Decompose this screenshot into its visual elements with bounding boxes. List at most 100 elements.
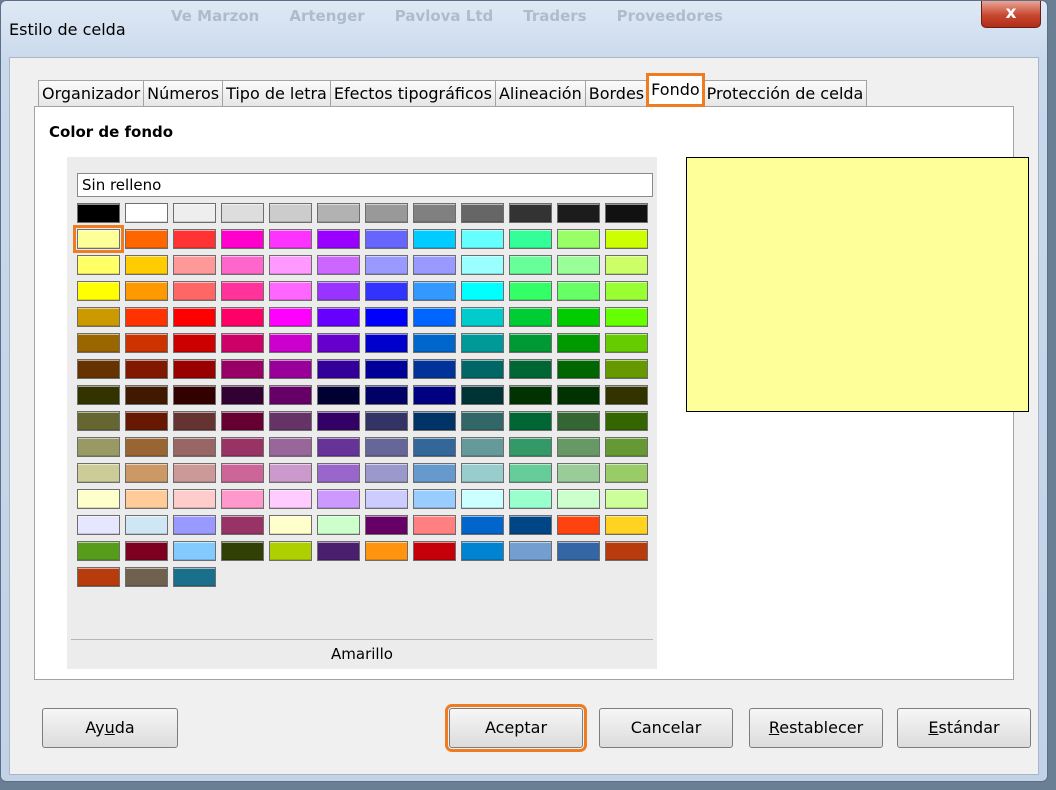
color-swatch[interactable] <box>365 255 408 275</box>
color-swatch[interactable] <box>317 437 360 457</box>
color-swatch[interactable] <box>173 411 216 431</box>
tab-protección-de-celda[interactable]: Protección de celda <box>702 80 868 106</box>
color-swatch[interactable] <box>317 359 360 379</box>
color-swatch[interactable] <box>605 281 648 301</box>
color-swatch[interactable] <box>173 541 216 561</box>
color-swatch[interactable] <box>461 541 504 561</box>
color-swatch[interactable] <box>173 489 216 509</box>
color-swatch[interactable] <box>77 203 120 223</box>
tab-bordes[interactable]: Bordes <box>584 80 649 106</box>
color-swatch[interactable] <box>557 203 600 223</box>
color-swatch[interactable] <box>509 515 552 535</box>
color-swatch[interactable] <box>557 541 600 561</box>
color-swatch[interactable] <box>269 489 312 509</box>
color-swatch[interactable] <box>221 541 264 561</box>
color-swatch[interactable] <box>461 463 504 483</box>
color-swatch[interactable] <box>365 515 408 535</box>
color-swatch[interactable] <box>365 489 408 509</box>
color-swatch[interactable] <box>413 281 456 301</box>
color-swatch[interactable] <box>365 541 408 561</box>
color-swatch[interactable] <box>365 359 408 379</box>
color-swatch[interactable] <box>509 281 552 301</box>
color-swatch[interactable] <box>605 203 648 223</box>
color-swatch[interactable] <box>269 281 312 301</box>
color-swatch[interactable] <box>317 411 360 431</box>
color-swatch[interactable] <box>173 437 216 457</box>
standard-button[interactable]: Estándar <box>897 708 1031 748</box>
color-swatch[interactable] <box>77 281 120 301</box>
cancel-button[interactable]: Cancelar <box>599 708 733 748</box>
color-swatch[interactable] <box>557 359 600 379</box>
color-swatch[interactable] <box>125 567 168 587</box>
color-swatch[interactable] <box>125 281 168 301</box>
color-swatch[interactable] <box>557 307 600 327</box>
color-swatch[interactable] <box>509 229 552 249</box>
color-swatch[interactable] <box>125 463 168 483</box>
color-swatch[interactable] <box>605 229 648 249</box>
color-swatch[interactable] <box>173 307 216 327</box>
color-swatch[interactable] <box>221 203 264 223</box>
color-swatch[interactable] <box>317 385 360 405</box>
color-swatch[interactable] <box>557 229 600 249</box>
color-swatch[interactable] <box>461 307 504 327</box>
color-swatch[interactable] <box>125 359 168 379</box>
color-swatch[interactable] <box>317 255 360 275</box>
no-fill-option[interactable]: Sin relleno <box>77 173 653 197</box>
color-swatch[interactable] <box>413 437 456 457</box>
color-swatch[interactable] <box>557 255 600 275</box>
color-swatch[interactable] <box>413 359 456 379</box>
color-swatch[interactable] <box>269 255 312 275</box>
color-swatch[interactable] <box>461 203 504 223</box>
color-swatch[interactable] <box>125 515 168 535</box>
color-swatch[interactable] <box>269 333 312 353</box>
color-swatch[interactable] <box>317 229 360 249</box>
color-swatch[interactable] <box>317 203 360 223</box>
color-swatch[interactable] <box>509 203 552 223</box>
color-swatch[interactable] <box>605 411 648 431</box>
color-swatch[interactable] <box>365 229 408 249</box>
color-swatch[interactable] <box>509 541 552 561</box>
color-swatch[interactable] <box>605 385 648 405</box>
color-swatch[interactable] <box>77 437 120 457</box>
color-swatch[interactable] <box>77 307 120 327</box>
color-swatch[interactable] <box>221 281 264 301</box>
color-swatch[interactable] <box>221 411 264 431</box>
color-swatch[interactable] <box>413 307 456 327</box>
color-swatch[interactable] <box>461 229 504 249</box>
color-swatch[interactable] <box>173 281 216 301</box>
color-swatch[interactable] <box>461 359 504 379</box>
color-swatch[interactable] <box>125 203 168 223</box>
color-swatch[interactable] <box>221 307 264 327</box>
color-swatch[interactable] <box>605 333 648 353</box>
color-swatch[interactable] <box>365 437 408 457</box>
color-swatch[interactable] <box>605 307 648 327</box>
color-swatch[interactable] <box>557 515 600 535</box>
color-swatch[interactable] <box>221 229 264 249</box>
color-swatch[interactable] <box>365 385 408 405</box>
color-swatch[interactable] <box>317 541 360 561</box>
color-swatch[interactable] <box>365 281 408 301</box>
tab-efectos-tipográficos[interactable]: Efectos tipográficos <box>329 80 496 106</box>
color-swatch[interactable] <box>269 463 312 483</box>
color-swatch[interactable] <box>509 307 552 327</box>
color-swatch[interactable] <box>221 489 264 509</box>
color-swatch[interactable] <box>73 225 124 253</box>
color-swatch[interactable] <box>269 307 312 327</box>
color-swatch[interactable] <box>269 385 312 405</box>
color-swatch[interactable] <box>77 385 120 405</box>
color-swatch[interactable] <box>125 489 168 509</box>
color-swatch[interactable] <box>125 307 168 327</box>
tab-alineación[interactable]: Alineación <box>494 80 586 106</box>
color-swatch[interactable] <box>125 255 168 275</box>
color-swatch[interactable] <box>509 333 552 353</box>
color-swatch[interactable] <box>413 515 456 535</box>
color-swatch[interactable] <box>173 229 216 249</box>
color-swatch[interactable] <box>221 463 264 483</box>
color-swatch[interactable] <box>173 385 216 405</box>
help-button[interactable]: Ayuda <box>42 708 178 748</box>
color-swatch[interactable] <box>317 307 360 327</box>
color-swatch[interactable] <box>461 333 504 353</box>
color-swatch[interactable] <box>605 489 648 509</box>
color-swatch[interactable] <box>509 255 552 275</box>
color-swatch[interactable] <box>413 411 456 431</box>
